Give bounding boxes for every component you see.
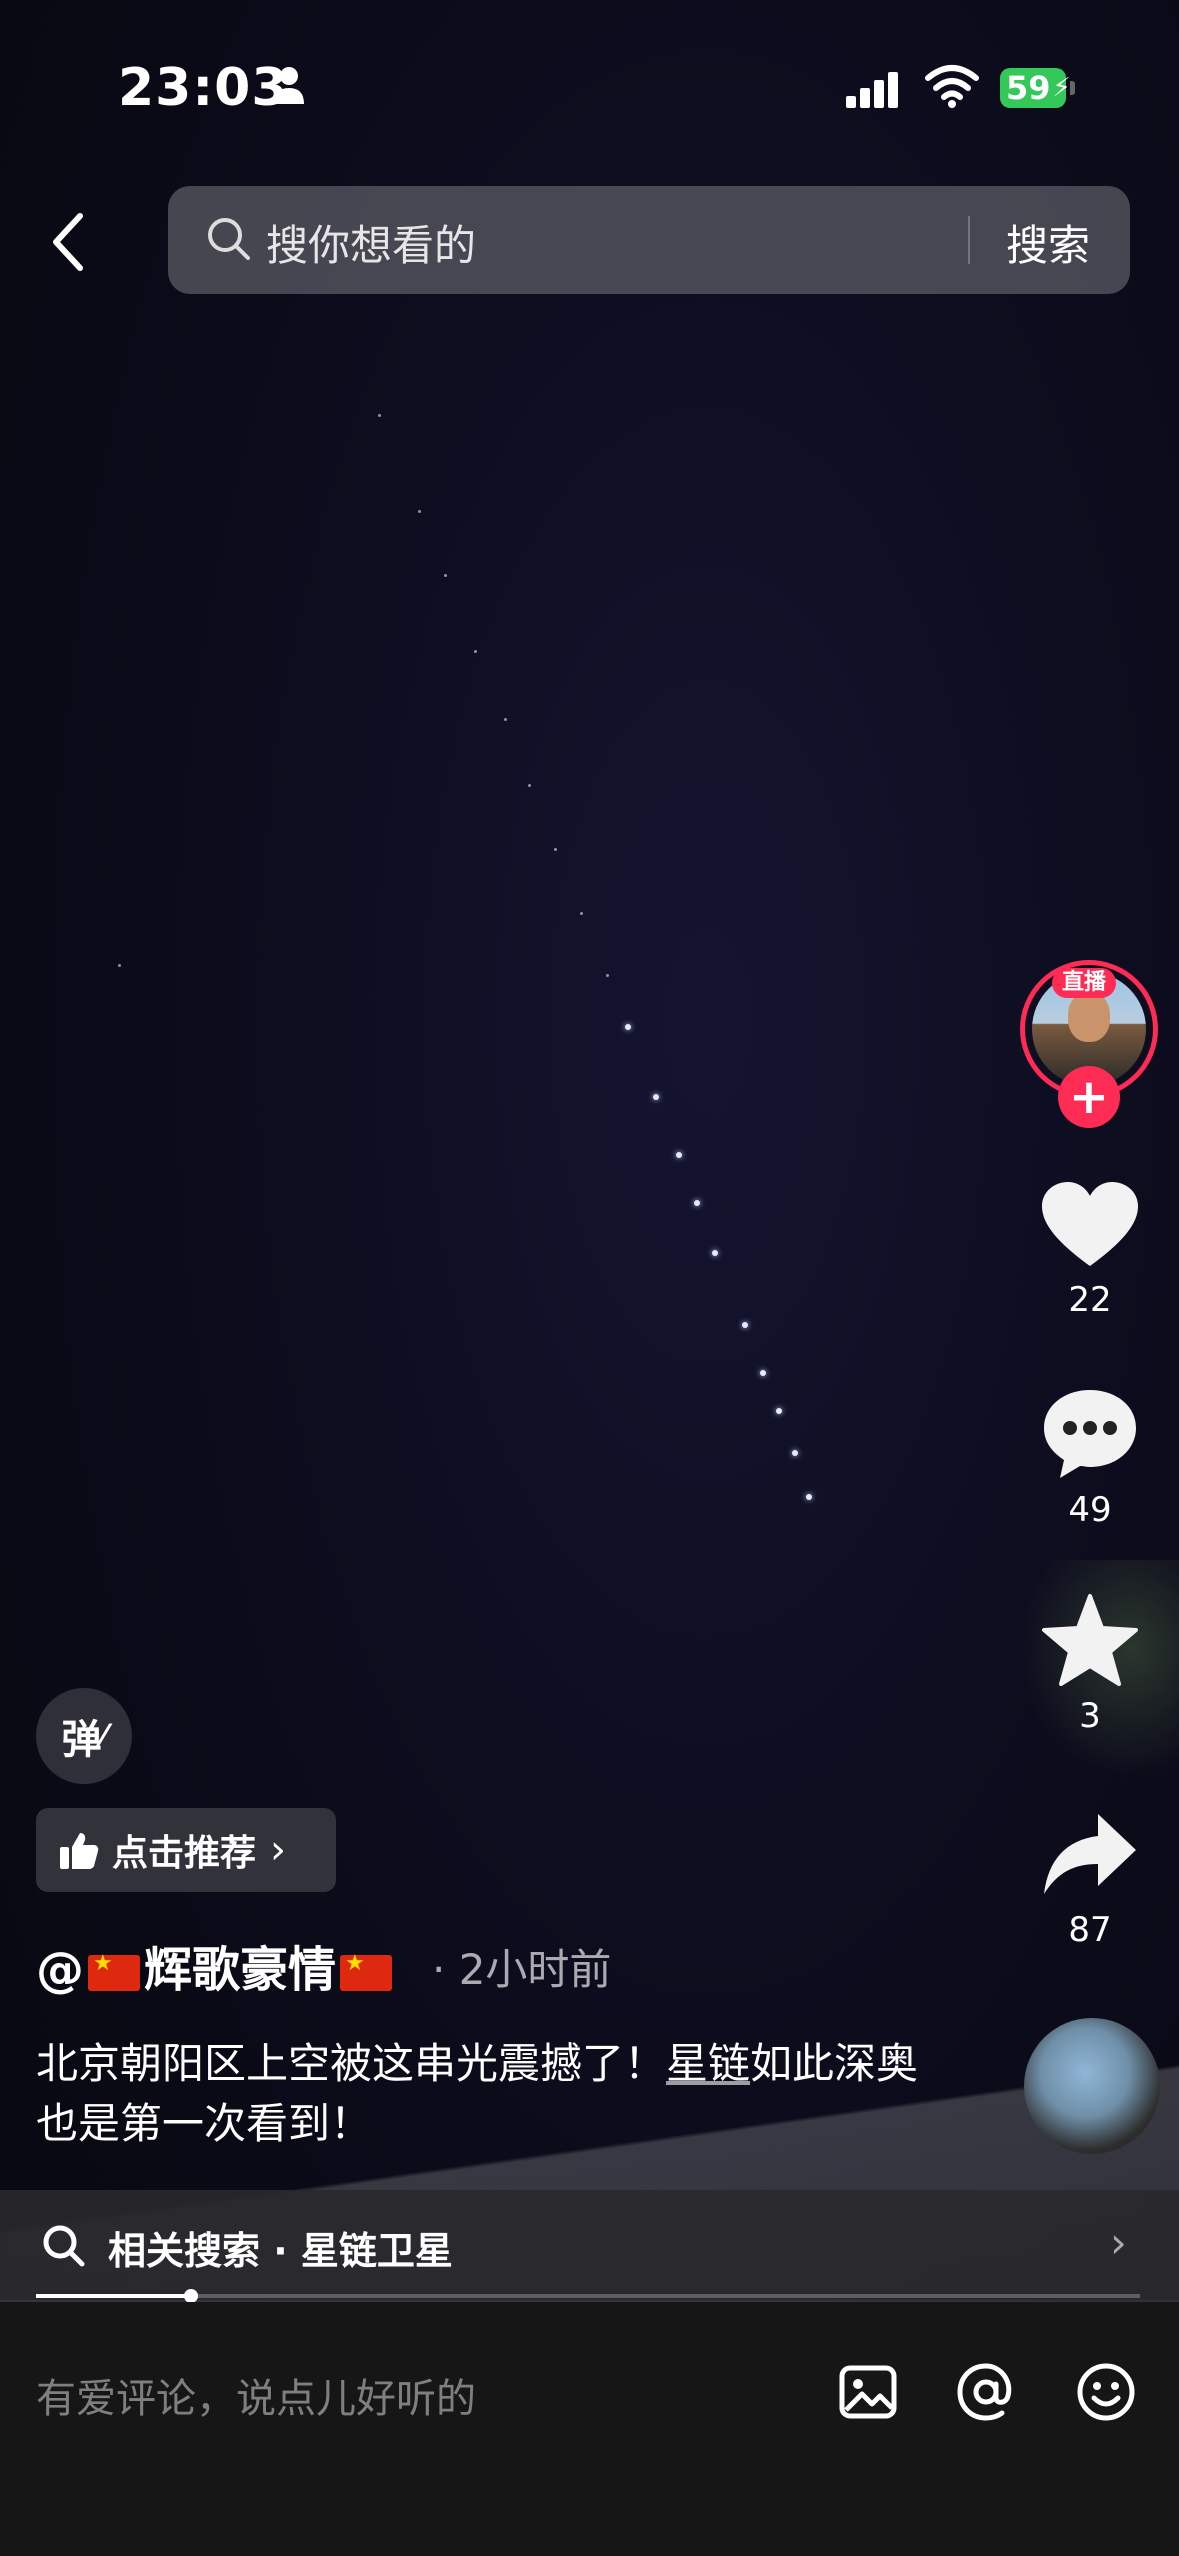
chevron-right-icon: › xyxy=(270,1827,287,1873)
comment-bar: 有爱评论，说点儿好听的 xyxy=(0,2302,1179,2556)
creator-avatar[interactable]: 直播 + xyxy=(1020,960,1166,1128)
battery-indicator: 59 ⚡ xyxy=(1000,68,1076,108)
post-time: · 2小时前 xyxy=(432,1945,612,1994)
follow-button[interactable]: + xyxy=(1058,1066,1120,1128)
status-time: 23:03 xyxy=(118,58,289,118)
danmu-label: 弹 xyxy=(61,1717,102,1763)
heart-icon xyxy=(1042,1182,1138,1266)
satellite-light xyxy=(776,1408,782,1414)
star-icon xyxy=(1042,1594,1138,1686)
satellite-light xyxy=(676,1152,682,1158)
comment-button[interactable]: 49 xyxy=(1020,1386,1160,1530)
at-mention-icon[interactable] xyxy=(954,2360,1018,2424)
recommend-button[interactable]: 点击推荐 › xyxy=(36,1808,336,1892)
favorite-count: 3 xyxy=(1079,1696,1101,1736)
satellite-light xyxy=(694,1200,700,1206)
live-badge: 直播 xyxy=(1052,968,1117,998)
comment-input[interactable]: 有爱评论，说点儿好听的 xyxy=(36,2366,476,2424)
caption-hashtag-link[interactable]: 星链 xyxy=(666,2039,750,2088)
favorite-button[interactable]: 3 xyxy=(1020,1592,1160,1736)
back-arrow-icon[interactable] xyxy=(44,210,94,274)
search-input[interactable]: 搜你想看的 xyxy=(266,212,476,273)
video-caption: 北京朝阳区上空被这串光震撼了！星链如此深奥也是第一次看到！ xyxy=(36,2034,936,2154)
satellite-light xyxy=(625,1024,631,1030)
share-arrow-icon xyxy=(1044,1814,1136,1894)
music-disc[interactable] xyxy=(1024,2018,1160,2154)
star xyxy=(504,718,507,721)
share-count: 87 xyxy=(1068,1910,1112,1950)
star xyxy=(606,974,609,977)
star xyxy=(118,964,121,967)
at-symbol: @ xyxy=(36,1942,84,1998)
charging-bolt-icon: ⚡ xyxy=(1052,73,1071,103)
author-name[interactable]: @ 辉歌豪情 xyxy=(36,1930,396,2000)
video-player[interactable] xyxy=(0,0,1179,2556)
related-search-label: 相关搜索 · 星链卫星 xyxy=(108,2229,453,2273)
cellular-signal-icon xyxy=(846,72,898,108)
star xyxy=(444,574,447,577)
video-progress-bar[interactable] xyxy=(36,2289,1140,2303)
china-flag-icon xyxy=(88,1951,140,1991)
star xyxy=(554,848,557,851)
china-flag-icon xyxy=(340,1951,393,1991)
like-button[interactable]: 22 xyxy=(1020,1180,1160,1320)
related-search-bar[interactable]: 相关搜索 · 星链卫星 › xyxy=(0,2190,1179,2300)
star xyxy=(580,912,583,915)
danmu-toggle-button[interactable]: 弹 ⁄ xyxy=(36,1688,132,1784)
satellite-light xyxy=(712,1250,718,1256)
search-bar[interactable]: 搜你想看的 搜索 xyxy=(168,186,1130,294)
person-icon xyxy=(274,67,304,104)
wifi-icon xyxy=(925,65,979,108)
comment-count: 49 xyxy=(1068,1490,1112,1530)
like-count: 22 xyxy=(1068,1280,1112,1320)
thumbs-up-icon xyxy=(60,1833,99,1869)
search-icon xyxy=(43,2225,85,2267)
author-name-text: 辉歌豪情 xyxy=(144,1942,337,1998)
star xyxy=(378,414,381,417)
battery-level: 59 xyxy=(1006,69,1051,107)
recommend-label: 点击推荐 xyxy=(112,1833,257,1874)
satellite-light xyxy=(806,1494,812,1500)
satellite-light xyxy=(742,1322,748,1328)
caption-text: 北京朝阳区上空被这串光震撼了！ xyxy=(36,2039,667,2088)
emoji-icon[interactable] xyxy=(1074,2360,1138,2424)
star xyxy=(528,784,531,787)
satellite-light xyxy=(792,1450,798,1456)
satellite-light xyxy=(760,1370,766,1376)
share-button[interactable]: 87 xyxy=(1020,1810,1160,1950)
image-icon[interactable] xyxy=(836,2360,900,2424)
search-button[interactable]: 搜索 xyxy=(1006,212,1090,273)
chevron-right-icon: › xyxy=(1110,2218,1127,2267)
search-icon xyxy=(208,218,250,260)
star xyxy=(474,650,477,653)
progress-knob[interactable] xyxy=(183,2289,198,2303)
satellite-light xyxy=(653,1094,659,1100)
star xyxy=(418,510,421,513)
comment-bubble-icon xyxy=(1044,1390,1136,1478)
progress-fill xyxy=(36,2294,191,2298)
